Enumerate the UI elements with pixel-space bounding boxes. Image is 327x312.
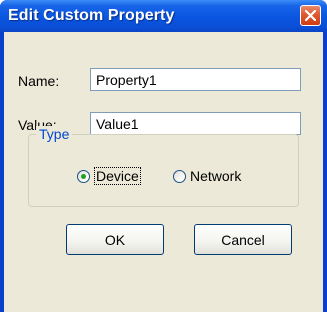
name-field[interactable] bbox=[90, 68, 301, 91]
radio-network-circle[interactable] bbox=[173, 169, 186, 183]
type-groupbox bbox=[28, 134, 299, 207]
radio-network-label[interactable]: Network bbox=[190, 168, 241, 184]
radio-device-label[interactable]: Device bbox=[94, 167, 141, 185]
radio-selected-dot bbox=[81, 173, 86, 179]
title-bar[interactable]: Edit Custom Property bbox=[0, 0, 327, 32]
value-field[interactable] bbox=[90, 112, 301, 135]
ok-button[interactable]: OK bbox=[66, 224, 164, 255]
radio-device-circle[interactable] bbox=[77, 169, 90, 183]
cancel-button[interactable]: Cancel bbox=[194, 224, 292, 255]
radio-device[interactable]: Device bbox=[77, 167, 141, 185]
close-button[interactable] bbox=[300, 5, 321, 26]
dialog-title: Edit Custom Property bbox=[8, 7, 175, 24]
edit-custom-property-dialog: Edit Custom Property Name: Value: Type D… bbox=[0, 0, 327, 312]
name-label: Name: bbox=[18, 73, 60, 89]
type-group-label: Type bbox=[36, 126, 73, 142]
close-icon bbox=[305, 10, 316, 21]
radio-network[interactable]: Network bbox=[173, 167, 241, 185]
